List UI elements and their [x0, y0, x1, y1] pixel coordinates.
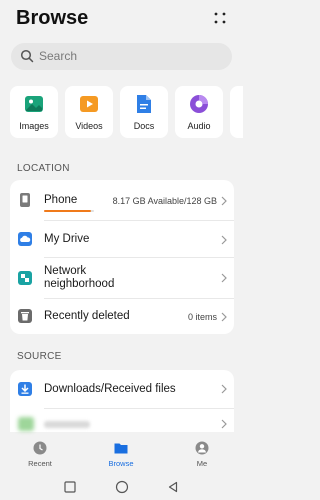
- nav-tab-label: Browse: [108, 459, 134, 468]
- system-navigation-bar: [0, 474, 243, 500]
- category-label: Images: [19, 121, 49, 131]
- location-item-phone[interactable]: Phone 8.17 GB Available/128 GB: [10, 180, 234, 220]
- trash-icon: [18, 309, 32, 323]
- storage-usage-fill: [44, 210, 91, 212]
- category-docs[interactable]: Docs: [120, 86, 168, 138]
- category-videos[interactable]: Videos: [65, 86, 113, 138]
- location-item-label: Recently deleted: [44, 310, 130, 322]
- phone-icon: [20, 193, 30, 207]
- more-dots-icon: [214, 12, 226, 24]
- home-icon[interactable]: [115, 480, 129, 494]
- blurred-label: [44, 421, 90, 428]
- source-item-downloads[interactable]: Downloads/Received files: [10, 370, 234, 408]
- location-item-recently-deleted[interactable]: Recently deleted 0 items: [10, 299, 234, 334]
- storage-status: 8.17 GB Available/128 GB: [112, 196, 217, 206]
- category-label: Videos: [75, 121, 103, 131]
- app-header: Browse: [0, 0, 243, 40]
- cloud-drive-icon: [18, 232, 32, 246]
- location-section-label: LOCATION: [17, 163, 70, 174]
- chevron-right-icon: [221, 419, 227, 429]
- chevron-right-icon: [221, 312, 227, 322]
- images-icon: [25, 96, 43, 112]
- nav-tab-browse[interactable]: Browse: [91, 434, 151, 472]
- location-item-label: Phone: [44, 194, 78, 206]
- chevron-right-icon: [221, 273, 227, 283]
- location-item-label: Network neighborhood: [44, 265, 115, 290]
- recent-apps-icon[interactable]: [64, 481, 76, 493]
- search-icon: [20, 49, 34, 63]
- category-more[interactable]: [230, 86, 243, 138]
- clock-icon: [33, 441, 47, 455]
- nav-tab-label: Me: [196, 459, 208, 468]
- videos-icon: [80, 96, 98, 112]
- folder-icon: [114, 443, 128, 454]
- person-icon: [195, 441, 209, 455]
- network-icon: [18, 271, 32, 285]
- blurred-app-icon: [18, 417, 34, 431]
- page-title: Browse: [16, 7, 89, 29]
- download-icon: [18, 382, 32, 396]
- location-item-label: My Drive: [44, 233, 90, 245]
- category-label: Audio: [187, 121, 211, 131]
- category-images[interactable]: Images: [10, 86, 58, 138]
- chevron-right-icon: [221, 196, 227, 206]
- storage-usage-track: [44, 210, 94, 212]
- chevron-right-icon: [221, 384, 227, 394]
- source-item-label: Downloads/Received files: [44, 383, 176, 395]
- location-item-my-drive[interactable]: My Drive: [10, 221, 234, 257]
- nav-tab-recent[interactable]: Recent: [10, 434, 70, 472]
- deleted-count: 0 items: [187, 312, 217, 322]
- search-input[interactable]: Search: [39, 49, 77, 63]
- more-options-button[interactable]: [211, 9, 229, 27]
- bottom-navigation: Recent Browse Me: [0, 434, 243, 472]
- back-icon[interactable]: [167, 481, 179, 493]
- docs-icon: [137, 95, 151, 113]
- search-bar[interactable]: Search: [11, 43, 232, 70]
- source-section-label: SOURCE: [17, 351, 62, 362]
- chevron-right-icon: [221, 235, 227, 245]
- nav-tab-label: Recent: [28, 459, 52, 468]
- source-card: Downloads/Received files: [10, 370, 234, 432]
- category-audio[interactable]: Audio: [175, 86, 223, 138]
- source-item-blurred[interactable]: [10, 409, 234, 432]
- location-card: Phone 8.17 GB Available/128 GB My Drive …: [10, 180, 234, 334]
- category-shortcuts: Images Videos Docs Audio: [10, 86, 243, 138]
- nav-tab-me[interactable]: Me: [172, 434, 232, 472]
- category-label: Docs: [133, 121, 155, 131]
- location-item-network[interactable]: Network neighborhood: [10, 258, 234, 298]
- audio-icon: [190, 95, 208, 113]
